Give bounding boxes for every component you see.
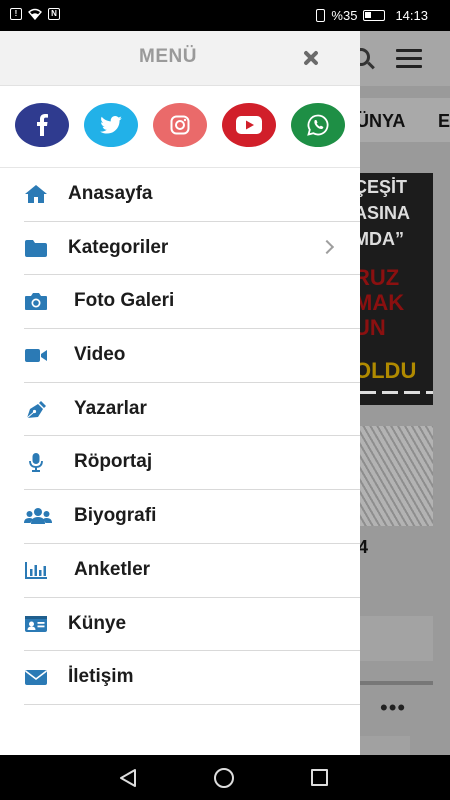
menu-item-label: Röportaj (74, 451, 153, 473)
vibrate-icon (316, 9, 326, 22)
menu-item-kategoriler[interactable]: Kategoriler (0, 222, 360, 276)
background-banner: ÇEŞİT ASINA MDA” RUZ MAK UN OLDU (360, 173, 433, 405)
youtube-button[interactable] (222, 103, 276, 147)
banner-text: RUZ (360, 265, 400, 290)
nfc-icon: N (48, 8, 60, 20)
facebook-button[interactable] (15, 103, 69, 147)
more-icon: ••• (380, 695, 407, 720)
background-topbar (360, 31, 450, 86)
envelope-icon (25, 670, 47, 686)
banner-text: UN (360, 315, 386, 340)
status-bar: ! N %35 14:13 (0, 0, 450, 31)
whatsapp-icon (307, 114, 329, 136)
pen-nib-icon (26, 400, 46, 419)
menu-item-label: İletişim (68, 666, 134, 688)
background-app: ÜNYA E ÇEŞİT ASINA MDA” RUZ MAK UN OLDU … (360, 31, 450, 755)
banner-text: ASINA (360, 203, 411, 223)
menu-item-biyografi[interactable]: Biyografi (0, 490, 360, 544)
sim-alert-icon: ! (10, 8, 22, 20)
instagram-icon (170, 115, 190, 135)
search-icon (360, 48, 370, 66)
twitter-icon (100, 116, 122, 134)
microphone-icon (29, 453, 43, 473)
youtube-icon (236, 116, 262, 134)
menu-item-label: Foto Galeri (74, 290, 175, 312)
recent-apps-icon[interactable] (311, 769, 328, 786)
wifi-icon (28, 8, 42, 20)
chevron-right-icon (319, 239, 335, 254)
menu-list: Anasayfa Kategoriler Foto Galeri Video Y… (0, 168, 360, 705)
background-divider (360, 681, 433, 685)
menu-item-label: Video (74, 344, 126, 366)
background-text: 4 (360, 537, 369, 557)
background-photo (360, 426, 433, 526)
menu-item-label: Yazarlar (74, 397, 147, 419)
menu-item-kunye[interactable]: Künye (0, 598, 360, 652)
home-button-icon[interactable] (214, 768, 234, 788)
back-icon[interactable] (119, 768, 137, 788)
banner-text: ÇEŞİT (360, 177, 408, 197)
facebook-icon (37, 114, 48, 136)
video-camera-icon (25, 349, 47, 363)
home-icon (25, 185, 47, 203)
bar-chart-icon (25, 561, 47, 579)
background-category: E (438, 111, 450, 131)
background-category-bar: ÜNYA E (360, 98, 450, 142)
hamburger-icon (396, 49, 422, 69)
menu-item-anketler[interactable]: Anketler (0, 544, 360, 598)
menu-item-label: Kategoriler (68, 236, 169, 258)
banner-text: MDA” (360, 229, 404, 249)
close-icon[interactable] (298, 45, 324, 71)
drawer-header: MENÜ (0, 31, 360, 86)
menu-item-label: Anasayfa (68, 183, 153, 204)
menu-item-anasayfa[interactable]: Anasayfa (0, 168, 360, 222)
menu-item-yazarlar[interactable]: Yazarlar (0, 383, 360, 437)
twitter-button[interactable] (84, 103, 138, 147)
menu-item-roportaj[interactable]: Röportaj (0, 436, 360, 490)
menu-item-label: Anketler (74, 558, 151, 580)
users-icon (24, 508, 52, 525)
clock: 14:13 (395, 8, 428, 23)
instagram-button[interactable] (153, 103, 207, 147)
menu-item-label: Biyografi (74, 505, 157, 527)
battery-icon (363, 10, 386, 21)
folder-icon (25, 239, 47, 257)
battery-percent: %35 (331, 8, 358, 23)
menu-item-video[interactable]: Video (0, 329, 360, 383)
menu-item-iletisim[interactable]: İletişim (0, 651, 360, 705)
drawer-title: MENÜ (139, 46, 197, 67)
menu-item-label: Künye (68, 612, 127, 634)
banner-pagination (360, 391, 433, 394)
id-card-icon (25, 615, 47, 632)
social-row (0, 86, 360, 168)
banner-text: OLDU (360, 358, 417, 383)
camera-icon (25, 293, 47, 311)
system-navigation-bar (0, 755, 450, 800)
banner-text: MAK (360, 290, 405, 315)
background-category: ÜNYA (360, 111, 406, 131)
background-card (360, 616, 433, 661)
background-card (360, 736, 410, 755)
navigation-drawer: MENÜ Anasayfa Kategoriler Foto Galeri Vi… (0, 31, 360, 755)
menu-item-foto-galeri[interactable]: Foto Galeri (0, 275, 360, 329)
whatsapp-button[interactable] (291, 103, 345, 147)
